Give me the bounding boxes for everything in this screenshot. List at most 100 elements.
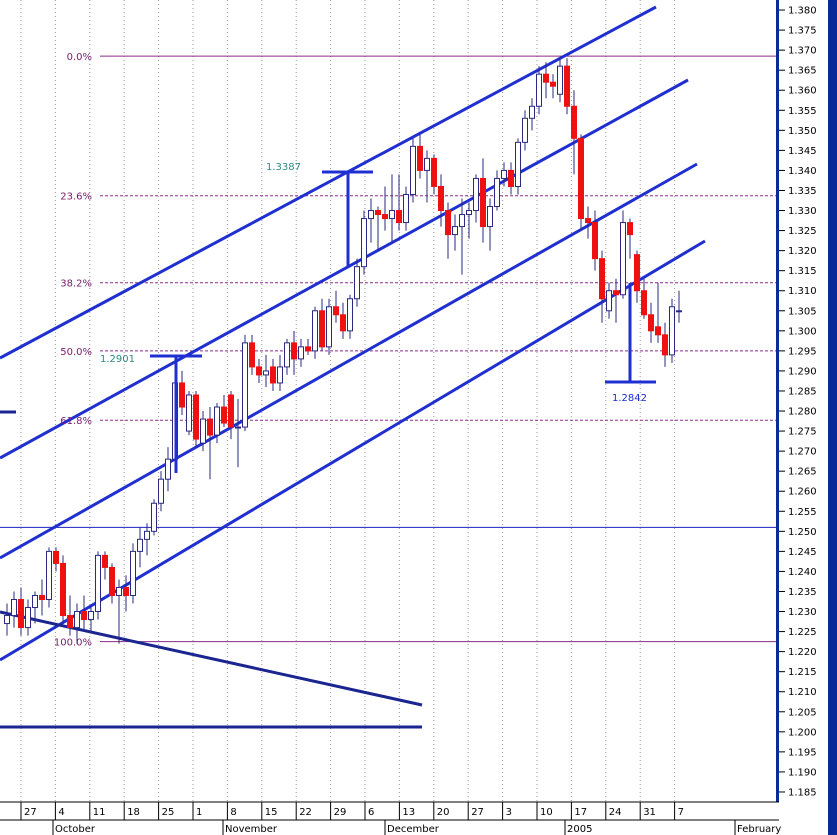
y-tick-label: 1.250 <box>788 527 817 538</box>
x-tick-label: 18 <box>127 807 140 818</box>
month-label: October <box>55 824 96 835</box>
y-tick-label: 1.185 <box>788 787 817 798</box>
fib-label: 23.6% <box>60 192 92 203</box>
candle-body <box>361 218 367 268</box>
y-tick-label: 1.380 <box>788 6 817 17</box>
candle-body <box>291 342 297 360</box>
y-tick-label: 1.305 <box>788 306 817 317</box>
candle-body <box>151 502 157 532</box>
candle-body <box>326 306 332 348</box>
candle-body <box>634 254 640 292</box>
candle <box>242 334 248 432</box>
candle-body <box>263 370 269 376</box>
x-tick-label: 13 <box>402 807 415 818</box>
candle-body <box>193 394 199 440</box>
candle-body <box>382 214 388 220</box>
candle-body <box>403 193 409 224</box>
fib-label: 50.0% <box>60 347 92 358</box>
y-tick-label: 1.205 <box>788 707 817 718</box>
candle-body <box>123 586 129 596</box>
price-chart: 1.3387 1.2901 1.2842 0.0%23.6%38.2%50.0%… <box>0 0 837 835</box>
y-tick-label: 1.195 <box>788 747 817 758</box>
candle-body <box>522 117 528 143</box>
y-tick-label: 1.245 <box>788 547 817 558</box>
candle-body <box>592 222 598 260</box>
candle-body <box>270 366 276 384</box>
candle-body <box>179 382 185 408</box>
candle-body <box>116 586 122 596</box>
candle-body <box>235 426 241 429</box>
y-tick-label: 1.290 <box>788 366 817 377</box>
candle-body <box>347 298 353 332</box>
month-label: 2005 <box>567 824 592 835</box>
candle-body <box>641 290 647 316</box>
y-tick-label: 1.350 <box>788 126 817 137</box>
x-tick-label: 27 <box>24 807 37 818</box>
candle-body <box>557 65 563 95</box>
y-tick-label: 1.320 <box>788 246 817 257</box>
candle <box>361 210 367 275</box>
x-tick-label: 22 <box>299 807 312 818</box>
candle-body <box>375 210 381 216</box>
candle-body <box>613 290 619 296</box>
x-tick-label: 24 <box>609 807 622 818</box>
candle-body <box>459 214 465 228</box>
candle <box>578 134 584 231</box>
candle-body <box>67 615 73 629</box>
candle-body <box>417 145 423 171</box>
candle-body <box>228 394 234 428</box>
candle-body <box>536 73 542 107</box>
candle-body <box>515 141 521 187</box>
candle-body <box>221 406 227 424</box>
candle-body <box>473 177 479 212</box>
candle-body <box>18 598 24 629</box>
y-tick-label: 1.215 <box>788 667 817 678</box>
candle-body <box>585 218 591 224</box>
x-tick-label: 7 <box>678 807 684 818</box>
y-tick-label: 1.190 <box>788 767 817 778</box>
x-tick-label: 1 <box>196 807 202 818</box>
y-tick-label: 1.275 <box>788 427 817 438</box>
candle-body <box>319 310 325 348</box>
fib-label: 38.2% <box>60 279 92 290</box>
candle-body <box>410 145 416 195</box>
candle-body <box>571 105 577 139</box>
annotation-1-2842: 1.2842 <box>612 393 647 404</box>
candle-body <box>354 266 360 300</box>
x-tick-label: 6 <box>368 807 374 818</box>
y-tick-label: 1.365 <box>788 66 817 77</box>
candle-body <box>165 458 171 480</box>
candle <box>95 551 101 620</box>
x-axis: 27 4 11 18 25 1 8 15 22 29 6 13 20 27 3 10 17 24 31 7Octobe… <box>0 801 781 835</box>
candle-body <box>550 81 556 87</box>
candle-body <box>368 210 374 220</box>
candle-body <box>242 342 248 428</box>
candle-body <box>284 342 290 368</box>
candle-body <box>249 342 255 368</box>
candle-body <box>32 594 38 609</box>
chart-background <box>0 0 837 835</box>
candle <box>326 298 332 355</box>
candle <box>620 210 626 299</box>
candle-body <box>109 566 115 596</box>
candle-body <box>11 598 17 617</box>
candle-body <box>424 157 430 171</box>
candle-body <box>501 169 507 179</box>
candle-body <box>648 314 654 332</box>
x-tick-label: 20 <box>437 807 450 818</box>
y-tick-label: 1.255 <box>788 507 817 518</box>
month-label: December <box>387 824 440 835</box>
candle-body <box>305 346 311 352</box>
annotation-1-2901: 1.2901 <box>100 354 135 365</box>
candle-body <box>102 554 108 568</box>
candle-body <box>46 550 52 600</box>
y-tick-label: 1.325 <box>788 226 817 237</box>
y-tick-label: 1.200 <box>788 727 817 738</box>
candle <box>186 390 192 436</box>
candle-body <box>529 105 535 119</box>
y-tick-label: 1.280 <box>788 407 817 418</box>
candle-body <box>578 137 584 220</box>
candle-body <box>81 611 87 621</box>
candle-body <box>53 550 59 564</box>
candle-body <box>214 406 220 436</box>
